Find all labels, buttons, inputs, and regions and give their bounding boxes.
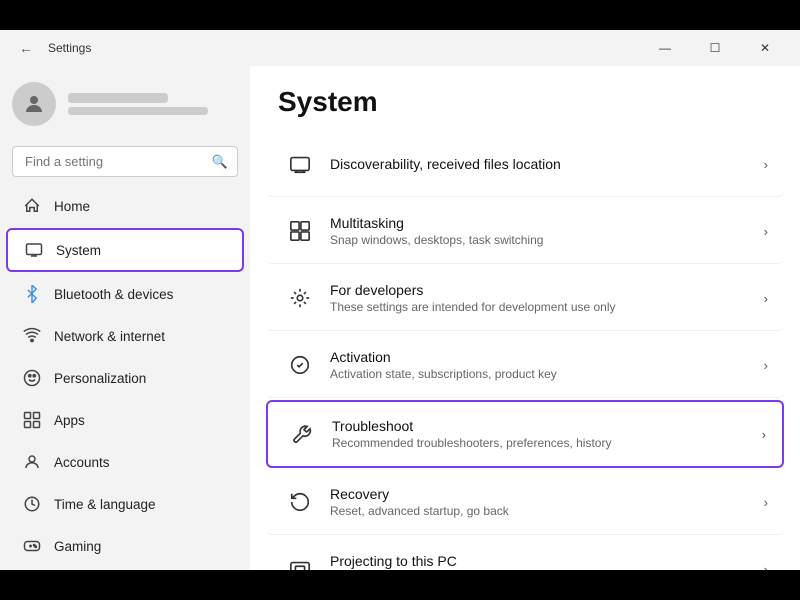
discoverability-text: Discoverability, received files location xyxy=(330,156,764,172)
troubleshoot-icon xyxy=(284,416,320,452)
settings-item-recovery[interactable]: Recovery Reset, advanced startup, go bac… xyxy=(266,470,784,535)
close-button[interactable]: ✕ xyxy=(742,32,788,64)
gaming-icon xyxy=(22,536,42,556)
settings-item-activation[interactable]: Activation Activation state, subscriptio… xyxy=(266,333,784,398)
troubleshoot-desc: Recommended troubleshooters, preferences… xyxy=(332,436,762,450)
recovery-desc: Reset, advanced startup, go back xyxy=(330,504,764,518)
developers-title: For developers xyxy=(330,282,764,298)
sidebar-item-accounts-label: Accounts xyxy=(54,455,110,470)
sidebar-item-time[interactable]: Time & language xyxy=(6,484,244,524)
sidebar-item-home[interactable]: Home xyxy=(6,186,244,226)
user-info xyxy=(68,93,208,115)
search-box: 🔍 xyxy=(12,146,238,177)
chevron-icon: › xyxy=(764,495,768,510)
chevron-icon: › xyxy=(764,291,768,306)
sidebar-item-gaming[interactable]: Gaming xyxy=(6,526,244,566)
user-profile[interactable] xyxy=(0,66,250,142)
sidebar: 🔍 Home System xyxy=(0,66,250,570)
settings-list: Discoverability, received files location… xyxy=(250,132,800,570)
multitasking-desc: Snap windows, desktops, task switching xyxy=(330,233,764,247)
developers-text: For developers These settings are intend… xyxy=(330,282,764,314)
developers-icon xyxy=(282,280,318,316)
discoverability-icon xyxy=(282,146,318,182)
avatar xyxy=(12,82,56,126)
developers-desc: These settings are intended for developm… xyxy=(330,300,764,314)
recovery-title: Recovery xyxy=(330,486,764,502)
network-icon xyxy=(22,326,42,346)
sidebar-item-accounts[interactable]: Accounts xyxy=(6,442,244,482)
multitasking-icon xyxy=(282,213,318,249)
sidebar-item-home-label: Home xyxy=(54,199,90,214)
settings-item-developers[interactable]: For developers These settings are intend… xyxy=(266,266,784,331)
settings-item-discoverability[interactable]: Discoverability, received files location… xyxy=(266,132,784,197)
sidebar-item-network[interactable]: Network & internet xyxy=(6,316,244,356)
activation-text: Activation Activation state, subscriptio… xyxy=(330,349,764,381)
multitasking-text: Multitasking Snap windows, desktops, tas… xyxy=(330,215,764,247)
sidebar-item-personalization-label: Personalization xyxy=(54,371,146,386)
accounts-icon xyxy=(22,452,42,472)
sidebar-item-network-label: Network & internet xyxy=(54,329,165,344)
projecting-text: Projecting to this PC Permissions, pairi… xyxy=(330,553,764,570)
minimize-button[interactable]: — xyxy=(642,32,688,64)
apps-icon xyxy=(22,410,42,430)
chevron-icon: › xyxy=(764,358,768,373)
settings-item-projecting[interactable]: Projecting to this PC Permissions, pairi… xyxy=(266,537,784,570)
chevron-icon: › xyxy=(762,427,766,442)
chevron-icon: › xyxy=(764,224,768,239)
troubleshoot-title: Troubleshoot xyxy=(332,418,762,434)
settings-item-troubleshoot[interactable]: Troubleshoot Recommended troubleshooters… xyxy=(266,400,784,468)
time-icon xyxy=(22,494,42,514)
sidebar-item-gaming-label: Gaming xyxy=(54,539,101,554)
home-icon xyxy=(22,196,42,216)
recovery-text: Recovery Reset, advanced startup, go bac… xyxy=(330,486,764,518)
search-input[interactable] xyxy=(12,146,238,177)
page-title: System xyxy=(250,66,800,130)
activation-icon xyxy=(282,347,318,383)
sidebar-item-bluetooth-label: Bluetooth & devices xyxy=(54,287,173,302)
sidebar-item-time-label: Time & language xyxy=(54,497,156,512)
personalization-icon xyxy=(22,368,42,388)
sidebar-item-bluetooth[interactable]: Bluetooth & devices xyxy=(6,274,244,314)
sidebar-item-apps-label: Apps xyxy=(54,413,85,428)
discoverability-title: Discoverability, received files location xyxy=(330,156,764,172)
multitasking-title: Multitasking xyxy=(330,215,764,231)
back-button[interactable]: ← xyxy=(12,34,40,62)
chevron-icon: › xyxy=(764,157,768,172)
chevron-icon: › xyxy=(764,562,768,571)
activation-desc: Activation state, subscriptions, product… xyxy=(330,367,764,381)
troubleshoot-text: Troubleshoot Recommended troubleshooters… xyxy=(332,418,762,450)
user-email xyxy=(68,107,208,115)
maximize-button[interactable]: ☐ xyxy=(692,32,738,64)
sidebar-item-system[interactable]: System xyxy=(6,228,244,272)
window-title: Settings xyxy=(48,41,91,55)
sidebar-item-personalization[interactable]: Personalization xyxy=(6,358,244,398)
recovery-icon xyxy=(282,484,318,520)
projecting-icon xyxy=(282,551,318,570)
settings-item-multitasking[interactable]: Multitasking Snap windows, desktops, tas… xyxy=(266,199,784,264)
activation-title: Activation xyxy=(330,349,764,365)
system-icon xyxy=(24,240,44,260)
projecting-title: Projecting to this PC xyxy=(330,553,764,569)
user-name xyxy=(68,93,168,103)
search-icon: 🔍 xyxy=(212,154,228,170)
sidebar-item-system-label: System xyxy=(56,243,101,258)
main-content: System Discoverability, received files l… xyxy=(250,66,800,570)
bluetooth-icon xyxy=(22,284,42,304)
sidebar-item-apps[interactable]: Apps xyxy=(6,400,244,440)
